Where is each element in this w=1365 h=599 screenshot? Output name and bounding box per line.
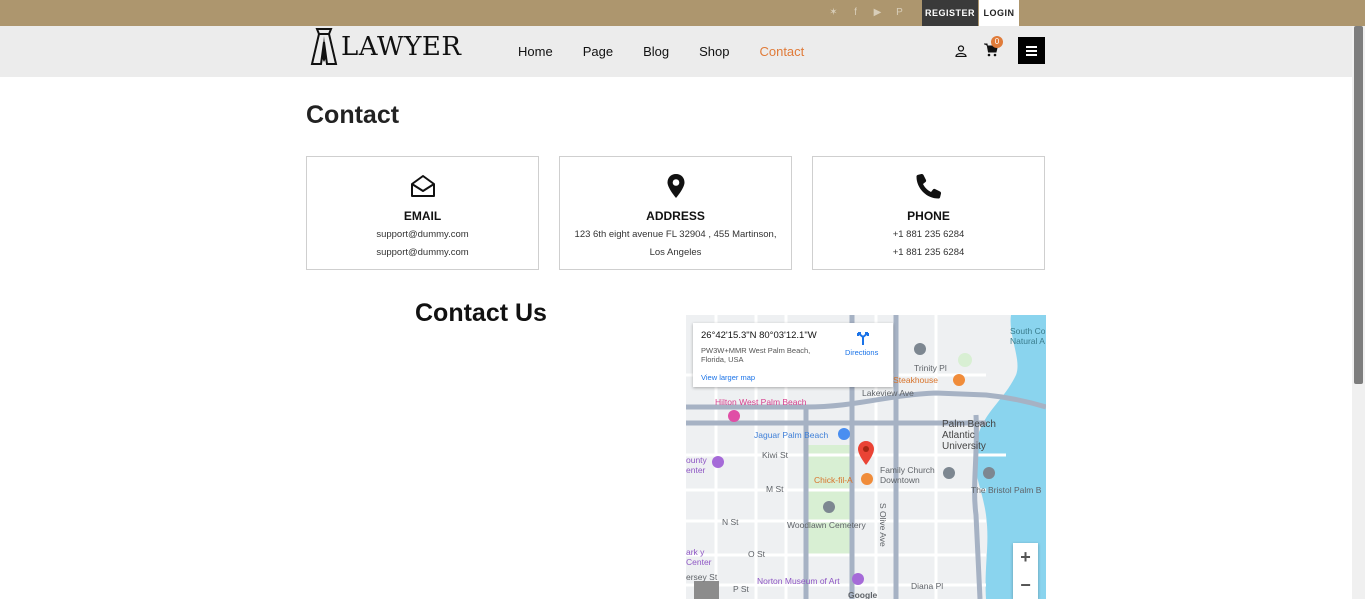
card-title: EMAIL <box>403 209 442 223</box>
top-bar: ✶ f ▶ P REGISTER LOGIN <box>0 0 1365 26</box>
directions-icon[interactable] <box>856 330 870 346</box>
map-label: Family Church Downtown <box>880 465 935 485</box>
main-navbar: LAWYER Home Page Blog Shop Contact 0 <box>0 26 1352 77</box>
facebook-icon[interactable]: f <box>850 7 861 18</box>
zoom-out-button[interactable]: − <box>1013 571 1038 599</box>
map-plus-code: PW3W+MMR West Palm Beach, Florida, USA <box>701 346 811 364</box>
scrollbar-thumb[interactable] <box>1354 26 1363 384</box>
login-button[interactable]: LOGIN <box>979 0 1019 26</box>
phone-icon <box>916 173 942 199</box>
card-line: support@dummy.com <box>376 247 469 258</box>
hamburger-line <box>1026 46 1037 48</box>
map-label: Woodlawn Cemetery <box>787 520 866 530</box>
pinterest-icon[interactable]: P <box>894 7 905 18</box>
contact-us-heading: Contact Us <box>415 299 547 327</box>
google-map[interactable]: Lakeview Ave Hilton West Palm Beach Jagu… <box>686 315 1046 599</box>
page-title: Contact <box>306 101 400 129</box>
menu-item-shop[interactable]: Shop <box>699 44 729 59</box>
address-card: ADDRESS 123 6th eight avenue FL 32904 , … <box>559 156 792 270</box>
map-label: ounty enter <box>686 455 707 475</box>
hamburger-line <box>1026 50 1037 52</box>
card-line: Los Angeles <box>649 247 702 258</box>
map-label: P St <box>733 584 749 594</box>
phone-card: PHONE +1 881 235 6284 +1 881 235 6284 <box>812 156 1045 270</box>
twitter-icon[interactable]: ✶ <box>828 7 839 18</box>
map-info-card: 26°42'15.3"N 80°03'12.1"W PW3W+MMR West … <box>693 323 893 387</box>
google-logo: Google <box>848 590 878 599</box>
card-line: support@dummy.com <box>376 229 469 240</box>
envelope-open-icon <box>411 175 435 197</box>
hamburger-line <box>1026 54 1037 56</box>
map-label: Lakeview Ave <box>862 388 914 398</box>
map-label: Hilton West Palm Beach <box>715 397 807 407</box>
map-zoom-control: + − <box>1013 543 1038 599</box>
map-label: e Steakhouse <box>886 375 938 385</box>
map-label: ersey St <box>686 572 718 582</box>
view-larger-map-link[interactable]: View larger map <box>701 373 755 382</box>
map-label: Trinity Pl <box>914 363 947 373</box>
map-label: Diana Pl <box>911 581 944 591</box>
menu-item-page[interactable]: Page <box>583 44 613 59</box>
card-title: ADDRESS <box>646 209 705 223</box>
card-line: +1 881 235 6284 <box>892 229 965 240</box>
main-menu: Home Page Blog Shop Contact <box>518 44 834 59</box>
youtube-icon[interactable]: ▶ <box>872 7 883 18</box>
map-label: South Co Natural A <box>1010 326 1046 346</box>
lawyer-tie-icon <box>310 28 338 65</box>
cart-count-badge: 0 <box>991 36 1003 48</box>
map-label: M St <box>766 484 784 494</box>
card-title: PHONE <box>907 209 950 223</box>
hamburger-menu-button[interactable] <box>1018 37 1045 64</box>
logo-text: LAWYER <box>341 32 462 62</box>
map-label: O St <box>748 549 766 559</box>
directions-link[interactable]: Directions <box>845 348 878 357</box>
map-label: Palm Beach Atlantic University <box>942 419 996 452</box>
menu-item-home[interactable]: Home <box>518 44 553 59</box>
map-label: Norton Museum of Art <box>757 576 840 586</box>
zoom-in-button[interactable]: + <box>1013 543 1038 571</box>
menu-item-blog[interactable]: Blog <box>643 44 669 59</box>
card-line: +1 881 235 6284 <box>892 247 965 258</box>
register-button[interactable]: REGISTER <box>922 0 978 26</box>
site-logo[interactable]: LAWYER <box>309 28 461 66</box>
map-label: Chick-fil-A <box>814 475 853 485</box>
social-links: ✶ f ▶ P <box>828 7 905 18</box>
email-card: EMAIL support@dummy.com support@dummy.co… <box>306 156 539 270</box>
map-label: ark y Center <box>686 547 712 567</box>
map-label: Kiwi St <box>762 450 788 460</box>
map-label: S Olive Ave <box>878 503 888 547</box>
map-label: N St <box>722 517 739 527</box>
user-icon[interactable] <box>955 45 967 57</box>
map-pin-icon <box>667 174 685 198</box>
card-line: 123 6th eight avenue FL 32904 , 455 Mart… <box>574 229 777 240</box>
map-coordinates: 26°42'15.3"N 80°03'12.1"W <box>701 330 817 341</box>
map-label: Jaguar Palm Beach <box>754 430 829 440</box>
menu-item-contact[interactable]: Contact <box>759 44 804 59</box>
map-label: The Bristol Palm B <box>971 485 1042 495</box>
